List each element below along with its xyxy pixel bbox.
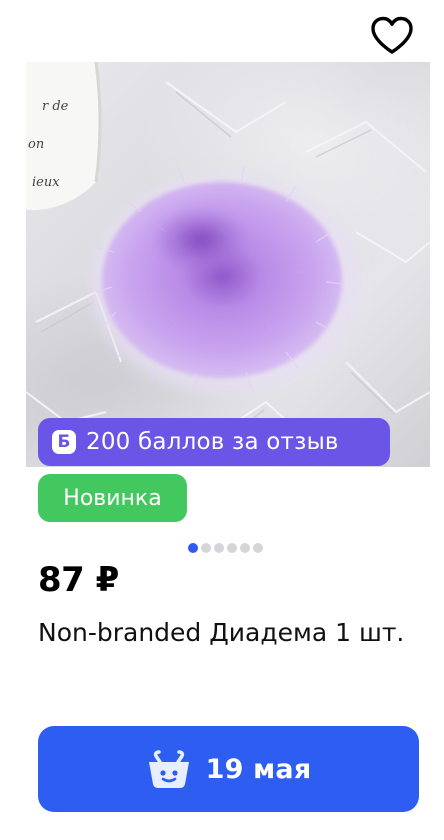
heart-outline-icon bbox=[371, 16, 413, 54]
cart-button-label: 19 мая bbox=[205, 753, 312, 785]
cup-text-1: r de bbox=[42, 99, 69, 114]
gallery-dot[interactable] bbox=[240, 543, 250, 553]
gallery-dot[interactable] bbox=[201, 543, 211, 553]
scrunchie bbox=[90, 165, 362, 394]
cup-text-2: on bbox=[28, 137, 44, 152]
reward-badge-label: 200 баллов за отзыв bbox=[86, 429, 339, 455]
cup-text-3: ieux bbox=[32, 175, 60, 190]
product-title[interactable]: Non-branded Диадема 1 шт. bbox=[38, 610, 422, 655]
new-badge: Новинка bbox=[38, 474, 187, 522]
gallery-dot[interactable] bbox=[214, 543, 224, 553]
bonus-points-icon: Б bbox=[52, 430, 76, 454]
product-photo-illustration: r de on ieux bbox=[26, 62, 430, 458]
favorite-button[interactable] bbox=[364, 12, 420, 58]
product-card[interactable]: r de on ieux Б 200 баллов за отзыв Новин… bbox=[0, 0, 444, 840]
gallery-dot[interactable] bbox=[188, 543, 198, 553]
review-reward-badge: Б 200 баллов за отзыв bbox=[38, 418, 390, 466]
add-to-cart-button[interactable]: 19 мая bbox=[38, 726, 419, 812]
gallery-dot[interactable] bbox=[227, 543, 237, 553]
product-image[interactable]: r de on ieux bbox=[26, 62, 430, 467]
product-price: 87 ₽ bbox=[38, 560, 119, 600]
basket-icon bbox=[148, 750, 189, 788]
gallery-dot[interactable] bbox=[253, 543, 263, 553]
gallery-pagination[interactable] bbox=[188, 542, 263, 554]
cup: r de on ieux bbox=[26, 62, 102, 211]
